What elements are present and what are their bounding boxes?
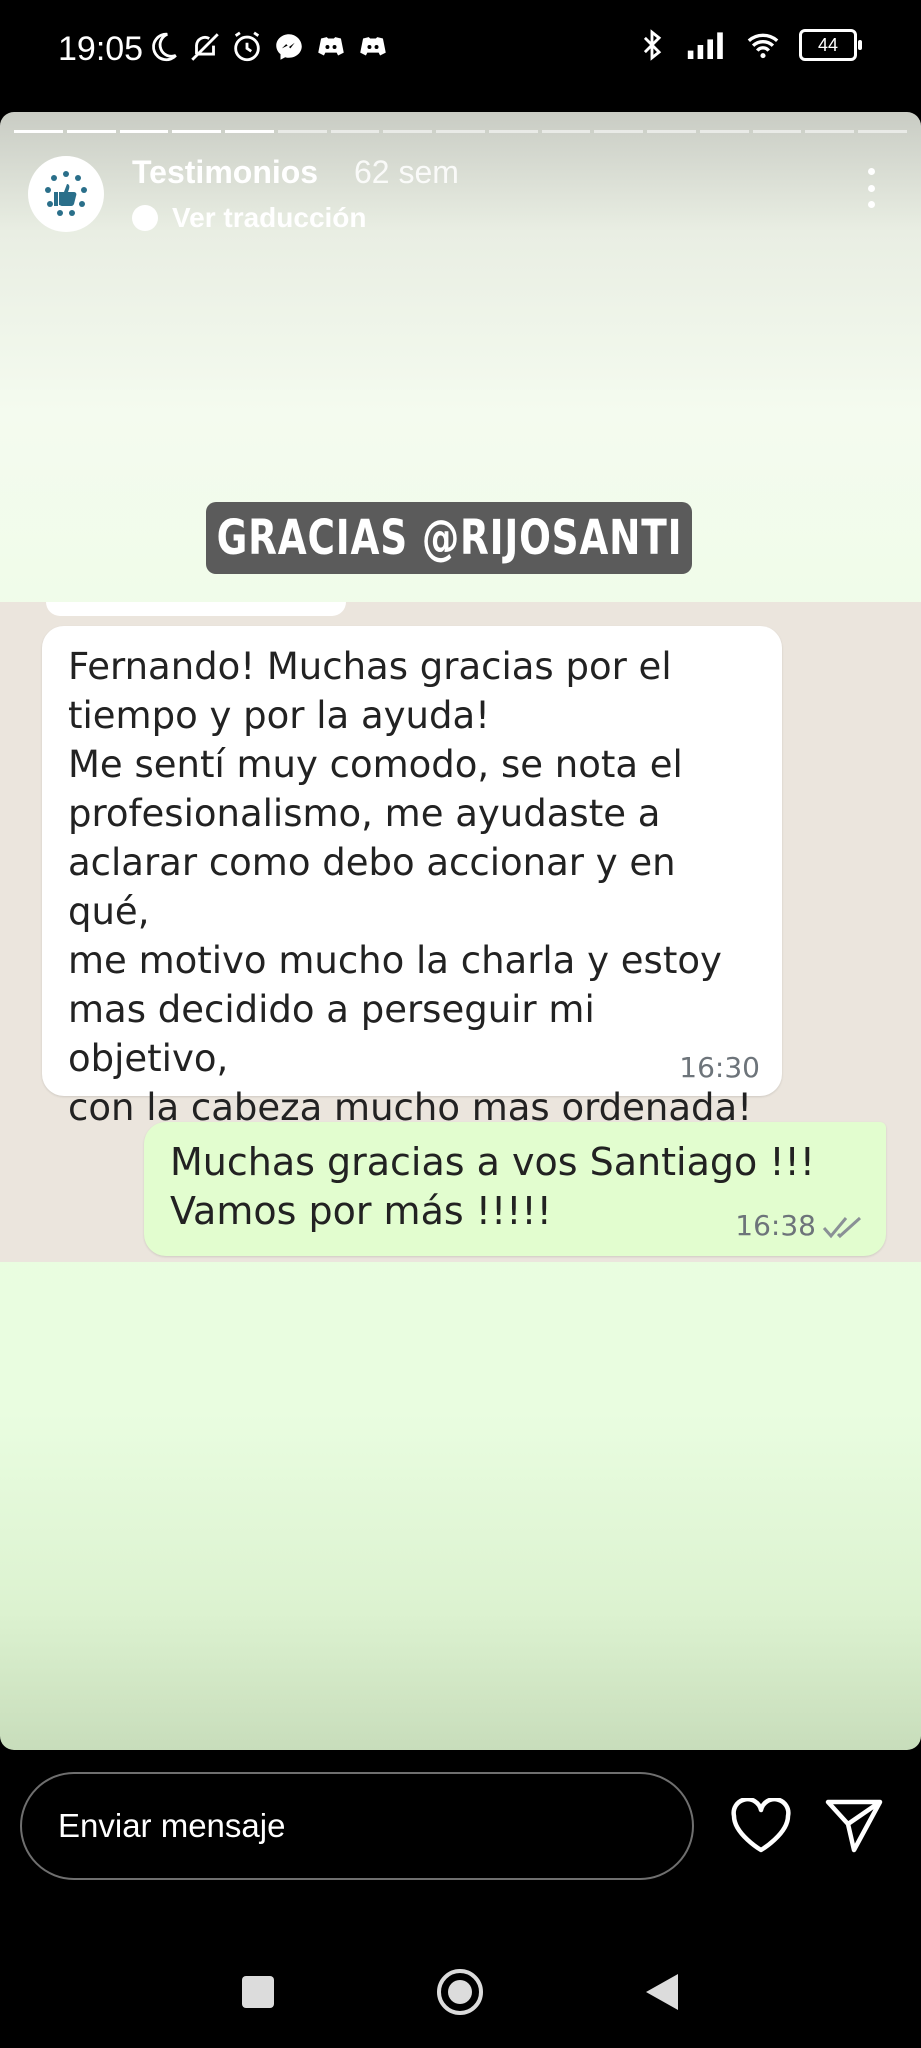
incoming-message-time: 16:30 — [679, 1051, 760, 1084]
send-icon[interactable] — [824, 1796, 884, 1854]
incoming-message-bubble: Fernando! Muchas gracias por el tiempo y… — [42, 626, 782, 1129]
story-username[interactable]: Testimonios — [132, 154, 318, 191]
story-time-ago: 62 sem — [354, 154, 459, 190]
bell-off-icon — [191, 33, 219, 61]
more-options-button[interactable] — [865, 168, 877, 208]
status-bar: 19:05 44 — [0, 0, 921, 100]
outgoing-message-bubble: Muchas gracias a vos Santiago !!! Vamos … — [144, 1122, 886, 1256]
status-time: 19:05 — [58, 30, 144, 68]
previous-bubble-edge — [46, 602, 346, 616]
translate-icon — [132, 205, 158, 231]
translate-label: Ver traducción — [172, 202, 367, 233]
outgoing-message-time: 16:38 — [735, 1209, 816, 1242]
avatar[interactable] — [28, 156, 104, 232]
story-card[interactable]: Testimonios 62 sem Ver traducción GRACIA… — [0, 112, 921, 1750]
story-progress-bar — [14, 130, 908, 133]
moon-icon — [152, 32, 177, 62]
progress-segment — [14, 130, 63, 133]
progress-segment — [805, 130, 855, 133]
progress-segment — [858, 130, 908, 133]
discord-icon — [318, 37, 344, 56]
progress-segment — [225, 130, 274, 133]
heart-icon[interactable] — [730, 1798, 792, 1854]
dot-icon — [867, 168, 875, 175]
progress-segment — [172, 130, 222, 133]
wifi-icon — [747, 33, 779, 59]
dot-icon — [867, 201, 875, 208]
discord-icon — [360, 37, 386, 56]
send-message-placeholder: Enviar mensaje — [58, 1807, 286, 1844]
status-icons-right: 44 — [635, 28, 862, 62]
progress-segment — [647, 130, 696, 133]
send-message-input[interactable]: Enviar mensaje — [20, 1772, 694, 1880]
progress-segment — [66, 130, 116, 133]
sticker-text: GRACIAS @RIJOSANTI — [216, 510, 682, 566]
signal-icon — [687, 32, 723, 59]
status-icons-left — [146, 30, 390, 64]
dot-icon — [867, 184, 875, 192]
bluetooth-icon — [643, 29, 662, 61]
thumbs-up-stars-icon — [45, 171, 87, 216]
battery-icon: 44 — [799, 29, 862, 61]
chat-screenshot: Fernando! Muchas gracias por el tiempo y… — [0, 602, 921, 1262]
messenger-icon — [276, 34, 302, 60]
progress-segment — [752, 130, 802, 133]
progress-segment — [330, 130, 380, 133]
progress-segment — [488, 130, 538, 133]
progress-segment — [119, 130, 169, 133]
progress-segment — [594, 130, 644, 133]
progress-segment — [699, 130, 749, 133]
mention-sticker[interactable]: GRACIAS @RIJOSANTI — [206, 502, 692, 574]
progress-segment — [277, 130, 327, 133]
incoming-message-text: Fernando! Muchas gracias por el tiempo y… — [68, 645, 753, 1129]
progress-segment — [541, 130, 591, 133]
double-check-icon — [822, 1216, 862, 1239]
progress-segment — [383, 130, 433, 133]
see-translation-link[interactable]: Ver traducción — [132, 202, 367, 234]
alarm-icon — [234, 31, 260, 62]
back-button[interactable] — [644, 1972, 680, 2012]
progress-segment — [436, 130, 485, 133]
home-button[interactable] — [436, 1968, 484, 2016]
recents-button[interactable] — [242, 1976, 274, 2008]
